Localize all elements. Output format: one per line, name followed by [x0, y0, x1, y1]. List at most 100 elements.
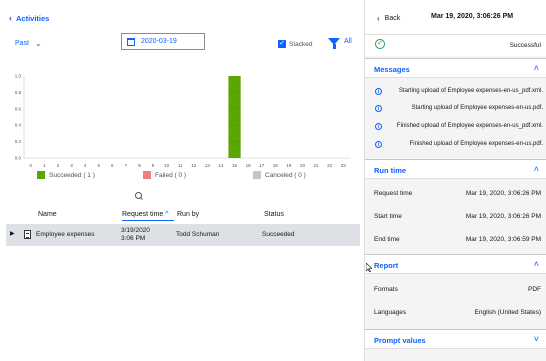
request-time-row: Request time Mar 19, 2020, 3:06:26 PM [365, 185, 546, 205]
chevron-left-icon: ‹ [377, 14, 380, 23]
x-tick-label: 11 [178, 163, 183, 168]
back-label: Back [384, 15, 401, 22]
x-tick-label: 23 [341, 163, 347, 168]
details-header: ‹ Back Mar 19, 2020, 3:06:26 PM [365, 0, 546, 34]
row-request-date: 3/19/2020 [121, 227, 150, 234]
message-item: i Finished upload of Employee expenses-e… [365, 119, 546, 137]
chevron-down-icon: ⌄ [35, 39, 42, 48]
end-time-value: Mar 19, 2020, 3:06:59 PM [465, 236, 541, 243]
start-time-value: Mar 19, 2020, 3:06:26 PM [465, 213, 541, 220]
x-tick-label: 12 [191, 163, 197, 168]
x-tick-label: 9 [152, 163, 155, 168]
message-item: i Starting upload of Employee expenses-e… [365, 101, 546, 119]
info-icon: i [375, 88, 382, 95]
date-value: 2020-03-19 [141, 38, 177, 45]
legend-swatch-canceled [253, 171, 261, 179]
column-header-status[interactable]: Status [264, 211, 284, 218]
activities-title: Activities [16, 13, 50, 23]
prompt-values-title: Prompt values [374, 336, 426, 345]
y-tick-label: 0.6 [15, 106, 22, 111]
formats-row: Formats PDF [365, 281, 546, 301]
y-tick-label: 0.0 [15, 156, 22, 161]
search-icon[interactable] [135, 192, 143, 200]
legend-canceled[interactable]: Canceled ( 0 ) [253, 171, 306, 179]
chevron-down-icon: ˅ [533, 334, 539, 344]
x-tick-label: 14 [218, 163, 224, 168]
x-tick-label: 17 [259, 163, 265, 168]
checkmark-circle-icon: ✓ [375, 39, 385, 49]
message-text: Starting upload of Employee expenses-en-… [398, 88, 543, 94]
run-status-row: ✓ Successful [365, 34, 546, 56]
legend-failed[interactable]: Failed ( 0 ) [143, 171, 186, 179]
table-row[interactable]: ▶ Employee expenses 3/19/2020 3:06 PM To… [6, 224, 360, 246]
x-tick-label: 5 [97, 163, 100, 168]
period-dropdown[interactable]: Past ⌄ [15, 39, 42, 48]
column-header-run-by[interactable]: Run by [177, 211, 199, 218]
x-tick-label: 8 [138, 163, 141, 168]
x-tick-label: 1 [43, 163, 46, 168]
row-name: Employee expenses [36, 231, 95, 238]
report-title: Report [374, 261, 399, 270]
x-tick-label: 0 [30, 163, 33, 168]
x-tick-label: 10 [164, 163, 170, 168]
chevron-up-icon: ˄ [533, 63, 539, 73]
message-text: Finished upload of Employee expenses-en-… [396, 123, 543, 129]
message-item: i Finished upload of Employee expenses-e… [365, 137, 546, 155]
messages-section-header[interactable]: Messages ˄ [365, 58, 546, 78]
back-to-activities-link[interactable]: ‹ Activities [9, 13, 49, 23]
row-request-time: 3/19/2020 3:06 PM [121, 227, 150, 243]
bar-succeeded [228, 76, 241, 158]
legend-swatch-failed [143, 171, 151, 179]
report-section-header[interactable]: Report ˄ [365, 254, 546, 274]
start-time-label: Start time [374, 213, 402, 220]
info-icon: i [375, 141, 382, 148]
date-picker-field[interactable]: 2020-03-19 [121, 33, 205, 50]
details-timestamp: Mar 19, 2020, 3:06:26 PM [431, 13, 514, 20]
x-tick-label: 7 [125, 163, 128, 168]
y-tick-label: 1.0 [15, 74, 22, 79]
legend-label-succeeded: Succeeded ( 1 ) [49, 171, 95, 179]
request-time-label: Request time [122, 211, 164, 218]
message-text: Finished upload of Employee expenses-en-… [409, 141, 543, 147]
mouse-cursor-icon [366, 263, 372, 272]
legend-swatch-succeeded [37, 171, 45, 179]
languages-label: Languages [374, 309, 407, 316]
column-header-request-time[interactable]: Request time ^ [122, 211, 174, 221]
x-tick-label: 18 [273, 163, 279, 168]
period-label: Past [15, 40, 30, 47]
sort-ascending-icon: ^ [165, 211, 169, 218]
y-tick-label: 0.4 [15, 123, 22, 128]
x-tick-label: 22 [327, 163, 333, 168]
runtime-section-header[interactable]: Run time ˄ [365, 159, 546, 179]
filter-label: All [344, 38, 352, 45]
x-tick-label: 13 [205, 163, 211, 168]
column-header-name[interactable]: Name [38, 211, 57, 218]
row-run-by: Todd Schuman [176, 231, 220, 238]
y-tick-label: 0.8 [15, 90, 22, 95]
x-tick-label: 16 [246, 163, 252, 168]
legend-label-failed: Failed ( 0 ) [155, 171, 187, 179]
languages-value: English (United States) [474, 309, 541, 316]
languages-row: Languages English (United States) [365, 304, 546, 324]
filter-button[interactable]: All [328, 38, 352, 49]
stacked-checkbox[interactable]: ✓ Stacked [278, 40, 313, 48]
x-tick-label: 4 [84, 163, 87, 168]
row-request-clock: 3:06 PM [121, 235, 146, 242]
legend-succeeded[interactable]: Succeeded ( 1 ) [37, 171, 95, 179]
end-time-label: End time [374, 236, 400, 243]
x-tick-label: 15 [232, 163, 238, 168]
expand-row-icon[interactable]: ▶ [10, 230, 15, 237]
x-tick-label: 3 [70, 163, 73, 168]
chevron-up-icon: ˄ [533, 259, 539, 269]
back-button[interactable]: ‹ Back [377, 14, 400, 23]
prompt-values-section-header[interactable]: Prompt values ˅ [365, 329, 546, 349]
end-time-row: End time Mar 19, 2020, 3:06:59 PM [365, 231, 546, 251]
info-icon: i [375, 105, 382, 112]
stacked-label: Stacked [289, 40, 313, 48]
y-tick-label: 0.2 [15, 139, 22, 144]
chevron-up-icon: ˄ [533, 164, 539, 174]
x-tick-label: 19 [286, 163, 292, 168]
report-icon [24, 230, 31, 239]
row-status: Succeeded [262, 231, 295, 238]
request-time-value: Mar 19, 2020, 3:06:26 PM [465, 190, 541, 197]
